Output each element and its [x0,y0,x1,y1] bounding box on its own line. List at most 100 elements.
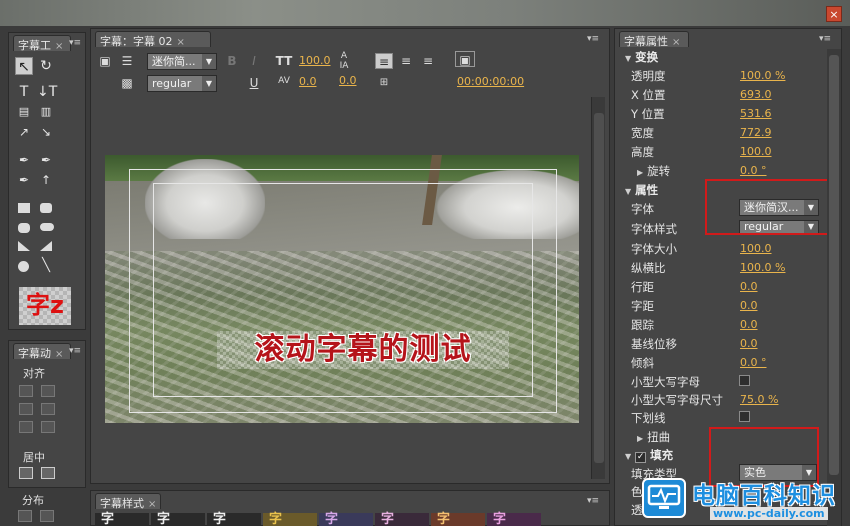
underline-checkbox[interactable] [739,411,750,422]
delete-anchor-tool-icon[interactable]: ✒ [37,151,55,169]
font-style-dropdown[interactable]: regular ▼ [147,75,217,92]
panel-menu-icon[interactable]: ▾≡ [587,497,601,507]
style-swatch[interactable]: 字 [151,513,205,526]
distribute-label: 分布 [22,494,44,507]
scrollbar-thumb[interactable] [829,55,839,475]
rounded-rectangle-tool-icon[interactable] [18,223,30,233]
kerning-value[interactable]: 0.0 [299,75,317,88]
style-swatch[interactable]: 字 [207,513,261,526]
width-value[interactable]: 772.9 [740,126,772,139]
aspect-value[interactable]: 100.0 % [740,261,785,274]
baseline-shift-value[interactable]: 0.0 [740,337,758,350]
small-caps-size-value[interactable]: 75.0 % [740,393,778,406]
timecode[interactable]: 00:00:00:00 [457,75,524,88]
small-caps-checkbox[interactable] [739,375,750,386]
rectangle-tool-icon[interactable] [18,203,30,213]
style-swatch[interactable]: 字 [319,513,373,526]
tab-title-properties[interactable]: 字幕属性 × [619,31,689,47]
tracking-value[interactable]: 0.0 [740,318,758,331]
style-swatch[interactable]: 字 [431,513,485,526]
italic-icon[interactable]: I [247,53,261,69]
underline-icon[interactable]: U [247,75,261,91]
vertical-type-tool-icon[interactable]: ↓T [37,83,57,101]
rotation-tool-icon[interactable]: ↻ [37,57,55,75]
section-properties[interactable]: ▼ 属性 [625,182,658,198]
rounded-corner-rectangle-tool-icon[interactable] [40,223,54,231]
section-transform[interactable]: ▼ 变换 [625,49,658,65]
tab-stops-icon[interactable]: ⊞ [375,75,393,91]
style-swatch[interactable]: 字 [487,513,541,526]
baseline-shift-label: 基线位移 [631,337,677,351]
leading-value[interactable]: 0.0 [740,280,758,293]
convert-anchor-tool-icon[interactable]: ↑ [37,171,55,189]
panel-menu-icon[interactable]: ▾≡ [587,35,601,45]
align-left-text-icon[interactable]: ≡ [375,53,393,69]
add-anchor-tool-icon[interactable]: ✒ [15,171,33,189]
tab-title-editor[interactable]: 字幕：字幕 02 × [95,31,211,47]
panel-menu-icon[interactable]: ▾≡ [69,347,83,357]
distribute-top-icon[interactable] [40,510,54,522]
height-value[interactable]: 100.0 [740,145,772,158]
panel-menu-icon[interactable]: ▾≡ [69,39,83,49]
vertical-path-type-tool-icon[interactable]: ↘ [37,123,55,141]
show-background-video-icon[interactable]: ▣ [455,51,475,67]
distribute-left-icon[interactable] [18,510,32,522]
vertical-scrollbar[interactable] [591,97,605,479]
align-right-icon[interactable] [19,421,33,433]
style-swatch[interactable]: 字 [263,513,317,526]
title-text-object[interactable]: 滚动字幕的测试 [217,331,509,369]
vertical-area-type-tool-icon[interactable]: ▥ [37,103,55,121]
align-center-v-icon[interactable] [41,403,55,415]
slant-value[interactable]: 0.0 ° [740,356,767,369]
selection-tool-icon[interactable]: ↖ [15,57,33,75]
tab-title-actions[interactable]: 字幕动 × [13,343,71,359]
clipped-corner-rectangle-tool-icon[interactable] [40,203,52,213]
section-fill[interactable]: ▼ ✓ 填充 [625,447,673,463]
tab-title-tools[interactable]: 字幕工 × [13,35,71,51]
center-horizontal-icon[interactable] [19,467,33,479]
align-top-icon[interactable] [41,385,55,397]
style-swatch[interactable]: 字 [95,513,149,526]
properties-scrollbar[interactable] [827,49,841,526]
title-canvas[interactable]: 滚动字幕的测试 [105,155,579,423]
title-editor-panel: 字幕：字幕 02 × ▾≡ ▣ ☰ 迷你简... ▼ B I TT 100.0 AI… [90,28,610,484]
align-left-icon[interactable] [19,385,33,397]
underline-label: 下划线 [631,411,666,425]
font-size-value[interactable]: 100.0 [299,54,331,67]
aspect-label: 纵横比 [631,261,666,275]
leading-value[interactable]: 0.0 [339,74,357,87]
arc-tool-icon[interactable] [40,241,52,251]
align-center-h-icon[interactable] [19,403,33,415]
font-family-dropdown[interactable]: 迷你简... ▼ [147,53,217,70]
ellipse-tool-icon[interactable] [18,261,29,272]
style-swatch[interactable]: 字 [375,513,429,526]
bold-icon[interactable]: B [225,53,239,69]
roll-crawl-options-icon[interactable]: ☰ [119,53,135,69]
opacity-value[interactable]: 100.0 % [740,69,785,82]
area-type-tool-icon[interactable]: ▤ [15,103,33,121]
new-title-icon[interactable]: ▣ [97,53,113,69]
font-size-value[interactable]: 100.0 [740,242,772,255]
scrollbar-thumb[interactable] [594,113,604,463]
pen-tool-icon[interactable]: ✒ [15,151,33,169]
wedge-tool-icon[interactable] [18,241,30,251]
y-position-value[interactable]: 531.6 [740,107,772,120]
align-bottom-icon[interactable] [41,421,55,433]
logo-name: 电脑百科知识 [692,483,836,509]
center-label: 居中 [23,451,45,464]
templates-icon[interactable]: ▩ [119,75,135,91]
distort-label[interactable]: ▶ 扭曲 [637,429,670,445]
rotation-label[interactable]: ▶ 旋转 [637,163,670,179]
kerning-value[interactable]: 0.0 [740,299,758,312]
center-vertical-icon[interactable] [41,467,55,479]
line-tool-icon[interactable]: ╲ [37,257,55,275]
tab-title-styles[interactable]: 字幕样式 × [95,493,161,509]
align-right-text-icon[interactable]: ≡ [419,53,437,69]
center-text-icon[interactable]: ≡ [397,53,415,69]
panel-menu-icon[interactable]: ▾≡ [819,35,833,45]
x-position-value[interactable]: 693.0 [740,88,772,101]
close-button[interactable]: × [826,6,842,22]
type-tool-icon[interactable]: T [15,83,33,101]
path-type-tool-icon[interactable]: ↗ [15,123,33,141]
rotation-value[interactable]: 0.0 ° [740,164,767,177]
